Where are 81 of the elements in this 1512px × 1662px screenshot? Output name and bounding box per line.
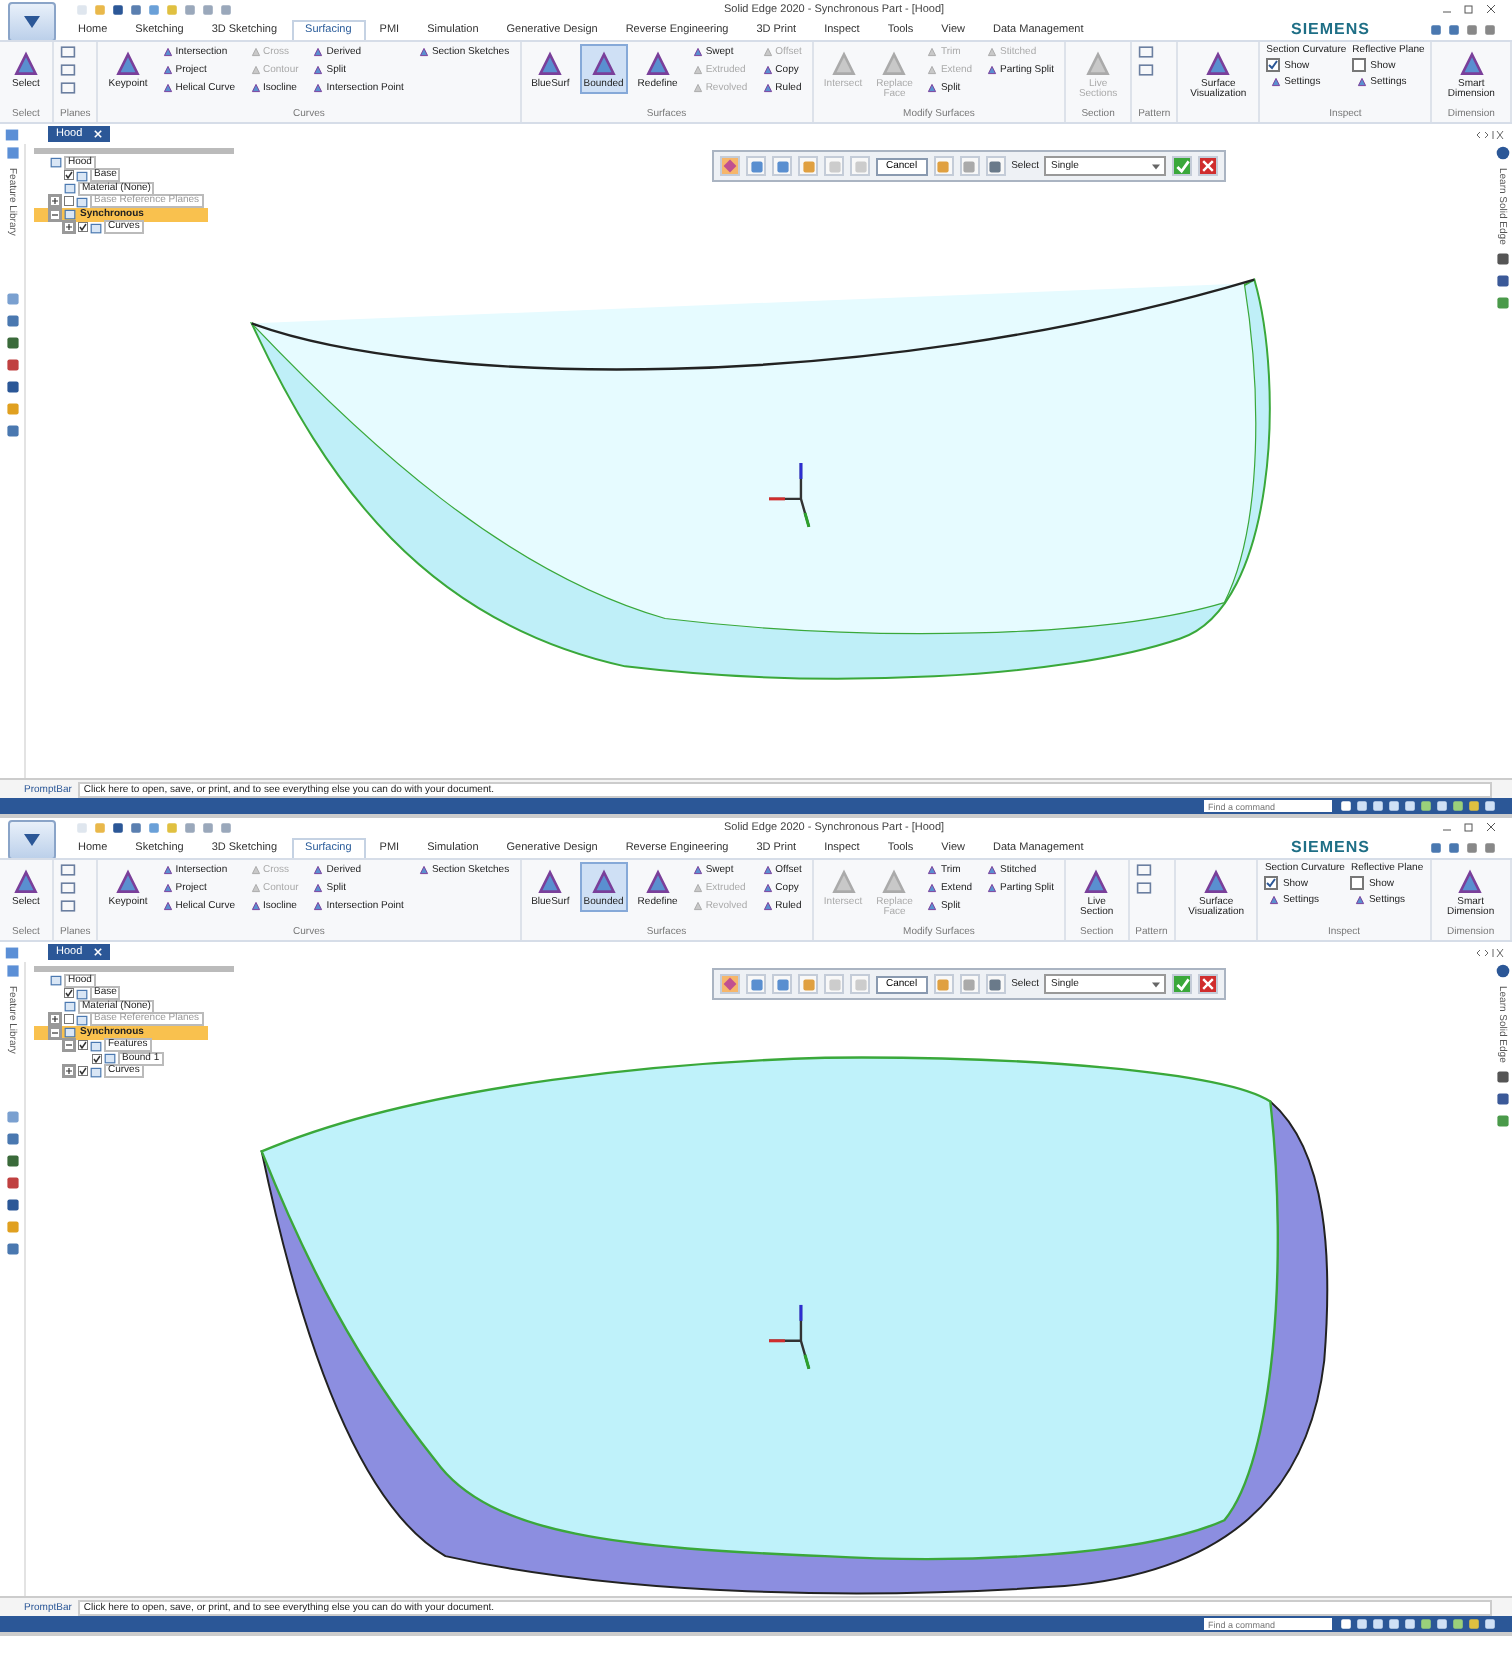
tool-button[interactable] [720,974,740,994]
application-button[interactable] [8,2,56,42]
axis-triad-icon [767,461,811,528]
restore-icon[interactable] [1464,4,1474,14]
tool-icon [1080,866,1113,898]
tool-icon [1356,76,1369,88]
checkbox[interactable] [92,1053,102,1064]
tool-icon [112,48,145,80]
bounded-surface-icon [722,976,738,992]
tool-icon [1200,866,1233,898]
tool-icon [827,48,860,80]
tool-icon [641,48,674,80]
application-button[interactable] [8,820,56,860]
tool-icon [534,866,567,898]
tool-icon [10,866,42,898]
close-icon [1202,978,1215,990]
tool-icon[interactable] [60,880,76,896]
tool-icon[interactable] [60,898,76,914]
dropdown-arrow-icon [1152,981,1161,987]
tool-button[interactable] [720,156,740,176]
axis-triad-icon [767,1303,811,1370]
close-icon[interactable] [1486,4,1496,14]
tool-icon[interactable] [1135,862,1152,878]
tool-icon[interactable] [60,62,76,78]
library-icon[interactable] [5,146,19,160]
tool-icon [417,46,430,58]
tool-icon[interactable] [1138,44,1155,60]
accept-button[interactable] [1172,974,1193,994]
expander-icon[interactable] [62,1038,76,1053]
restore-icon[interactable] [1464,822,1474,832]
tool-icon [587,866,620,898]
expander-icon[interactable] [62,220,76,235]
tool-icon [10,48,42,80]
checkbox[interactable] [78,222,88,233]
tool-icon [1270,76,1283,88]
help-icon[interactable] [1495,146,1509,160]
checkbox[interactable] [78,1040,88,1051]
cancel-icon-button[interactable] [1198,974,1219,994]
check-icon [1175,159,1190,173]
close-icon[interactable] [1486,822,1496,832]
scroll-arrows-icon[interactable] [1476,947,1504,957]
tool-icon [827,866,860,898]
check-icon [1268,60,1279,70]
tool-icon [534,48,567,80]
accept-button[interactable] [1172,156,1193,176]
checkbox[interactable] [64,170,74,181]
tool-icon [1354,894,1367,906]
tool-icon [641,866,674,898]
bounded-surface-icon [722,158,738,174]
brand-logo: SIEMENS [1290,838,1370,856]
tool-icon [1082,48,1115,80]
expander-icon[interactable] [62,1064,76,1079]
tool-icon[interactable] [60,44,76,60]
library-icon[interactable] [5,964,19,978]
tool-icon[interactable] [1135,880,1152,896]
close-icon [1202,160,1215,172]
scroll-arrows-icon[interactable] [1476,129,1504,139]
tool-icon [1202,48,1235,80]
check-icon [1175,977,1190,991]
tool-icon [1268,894,1281,906]
cancel-icon-button[interactable] [1198,156,1219,176]
tool-icon [112,866,145,898]
tool-icon [587,48,620,80]
tool-icon[interactable] [60,80,76,96]
tool-icon[interactable] [1138,62,1155,78]
help-icon[interactable] [1495,964,1509,978]
tool-icon [878,48,911,80]
checkbox[interactable] [78,1066,88,1077]
app-logo-icon [22,14,42,30]
tool-icon [1455,48,1488,80]
check-icon [1266,878,1277,888]
tool-icon [417,864,430,876]
folder-icon[interactable] [4,945,20,959]
folder-icon[interactable] [4,127,20,141]
tool-icon [878,866,911,898]
tool-icon [1454,866,1487,898]
dropdown-arrow-icon [1152,163,1161,169]
brand-logo: SIEMENS [1290,20,1370,38]
app-logo-icon [22,832,42,848]
checkbox[interactable] [64,988,74,999]
tool-icon[interactable] [60,862,76,878]
